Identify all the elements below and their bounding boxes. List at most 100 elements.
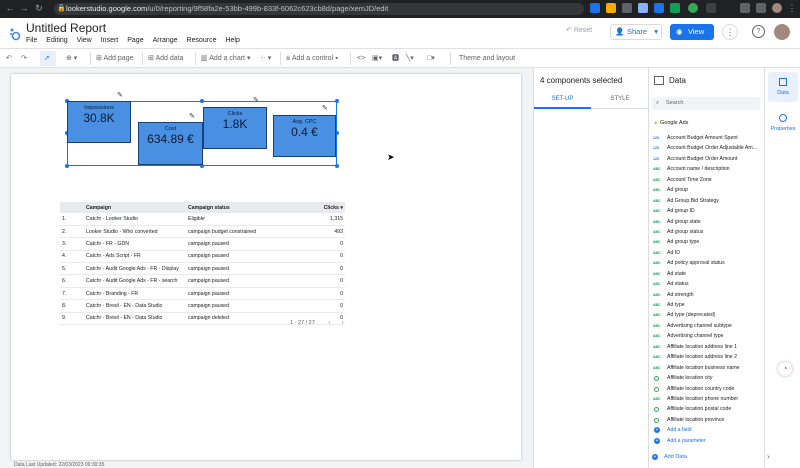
menu-insert[interactable]: Insert (101, 37, 119, 44)
field-item[interactable]: ABC Ad type (652, 300, 762, 310)
menu-view[interactable]: View (77, 37, 92, 44)
table-row[interactable]: 1. Catchr - Looker Studio Eligible 1,315 (60, 213, 345, 226)
extension-icon[interactable] (590, 3, 600, 13)
field-item[interactable]: 123 Account Budget Order Adjustable Am... (652, 143, 762, 153)
collapse-panel-icon[interactable]: › (767, 452, 770, 461)
avatar[interactable] (774, 24, 790, 40)
line-icon[interactable]: ╲▾ (406, 53, 414, 64)
scorecard-impressions[interactable]: Impressions 30.8K (67, 101, 131, 143)
menu-page[interactable]: Page (127, 37, 143, 44)
add-page-button[interactable]: ⊞ Add page (96, 53, 133, 64)
edit-pencil-icon[interactable]: ✎ (253, 96, 259, 104)
scorecard-cost[interactable]: Cost 634.89 € (138, 122, 203, 165)
edit-pencil-icon[interactable]: ✎ (117, 91, 123, 99)
field-item[interactable]: ABC Affiliate location phone number (652, 394, 762, 404)
undo-icon[interactable]: ↶ (6, 53, 12, 64)
column-header-campaign[interactable]: Campaign (84, 202, 186, 213)
redo-icon[interactable]: ↷ (21, 53, 27, 64)
catchr-helper-icon[interactable]: ◔ (778, 362, 792, 376)
extension-icon[interactable] (622, 3, 632, 13)
select-icon[interactable]: ➚ (44, 53, 50, 64)
reload-icon[interactable]: ↻ (33, 3, 45, 14)
chevron-down-icon[interactable]: ▾ (654, 25, 658, 39)
add-data-button[interactable]: ⊞ Add data (148, 53, 183, 64)
add-control-button[interactable]: ⩸ Add a control ▾ (286, 53, 338, 64)
view-button[interactable]: ◉ View (670, 24, 714, 40)
resize-handle[interactable] (200, 99, 204, 103)
data-source-label[interactable]: ▲ Google Ads (653, 120, 688, 126)
extension-icon[interactable] (706, 3, 716, 13)
text-box-icon[interactable]: 🅰 (392, 53, 399, 64)
field-item[interactable]: ABC Advertising channel subtype (652, 321, 762, 331)
field-item[interactable]: Affiliate location postal code (652, 404, 762, 414)
field-item[interactable]: ABC Ad status (652, 279, 762, 289)
reset-button[interactable]: ↶ Reset (566, 26, 592, 34)
field-item[interactable]: ABC Ad strength (652, 290, 762, 300)
field-item[interactable]: 123 Account Budget Order Amount (652, 154, 762, 164)
extension-icon[interactable] (654, 3, 664, 13)
field-item[interactable]: 123 Account Budget Amount Spent (652, 133, 762, 143)
shape-icon[interactable]: □▾ (427, 53, 435, 64)
puzzle-icon[interactable] (740, 3, 750, 13)
field-item[interactable]: ABC Advertising channel type (652, 331, 762, 341)
embed-code-icon[interactable]: <> (357, 53, 365, 64)
menu-help[interactable]: Help (225, 37, 239, 44)
add-chart-button[interactable]: ▥ Add a chart ▾ (201, 53, 250, 64)
campaign-table[interactable]: Campaign Campaign status Clicks ▾ 1. Catc… (60, 202, 345, 326)
field-item[interactable]: ABC Ad Group Bid Strategy (652, 196, 762, 206)
field-item[interactable]: ABC Ad group type (652, 237, 762, 247)
resize-handle[interactable] (335, 99, 339, 103)
add-field-link[interactable]: + Add a field (652, 425, 762, 435)
field-item[interactable]: Affiliate location city (652, 373, 762, 383)
resize-handle[interactable] (65, 164, 69, 168)
extension-icon[interactable] (670, 3, 680, 13)
field-item[interactable]: ABC Account name / description (652, 164, 762, 174)
tab-style[interactable]: STYLE (591, 96, 649, 109)
menu-arrange[interactable]: Arrange (153, 37, 178, 44)
menu-resource[interactable]: Resource (187, 37, 217, 44)
field-item[interactable]: ABC Affiliate location address line 1 (652, 342, 762, 352)
column-header-status[interactable]: Campaign status (186, 202, 296, 213)
scorecard-avg-cpc[interactable]: Avg. CPC 0.4 € (273, 115, 336, 157)
rail-data-button[interactable]: Data (768, 72, 798, 102)
field-item[interactable]: ABC Ad group state (652, 217, 762, 227)
rail-properties-button[interactable]: Properties (768, 108, 798, 138)
prev-page-icon[interactable]: ‹ (328, 320, 330, 326)
table-row[interactable]: 4. Catchr - Ads Script - FR campaign pause… (60, 250, 345, 264)
table-row[interactable]: 2. Looker Studio - Who converted campaign … (60, 225, 345, 239)
column-header-clicks[interactable]: Clicks ▾ (296, 202, 345, 213)
report-title[interactable]: Untitled Report (26, 21, 106, 35)
field-item[interactable]: Affiliate location province (652, 415, 762, 425)
image-icon[interactable]: ▣▾ (372, 53, 382, 64)
extension-icon[interactable] (638, 3, 648, 13)
profile-avatar[interactable] (772, 3, 782, 13)
sidebar-icon[interactable] (756, 3, 766, 13)
field-item[interactable]: Affiliate location country code (652, 384, 762, 394)
table-row[interactable]: 6. Catchr - Audit Google Ads - FR - searc… (60, 274, 345, 288)
more-options-icon[interactable]: ⋮ (722, 24, 738, 40)
help-icon[interactable]: ? (752, 25, 765, 38)
field-item[interactable]: ABC Ad group (652, 185, 762, 195)
field-search-input[interactable]: ⌕ Search (652, 97, 760, 110)
field-item[interactable]: ABC Account Time Zone (652, 175, 762, 185)
scorecard-clicks[interactable]: Clicks 1.8K (203, 107, 267, 149)
theme-layout-button[interactable]: Theme and layout (459, 53, 515, 64)
field-item[interactable]: ABC Affiliate location address line 2 (652, 352, 762, 362)
add-data-link[interactable]: + Add Data (652, 454, 687, 460)
forward-icon[interactable]: → (18, 3, 30, 13)
field-item[interactable]: ABC Ad type (deprecated) (652, 310, 762, 320)
browser-menu-icon[interactable]: ⋮ (786, 3, 798, 14)
table-row[interactable]: 8. Catchr - Bresil - EN - Data Studio camp… (60, 299, 345, 313)
address-bar[interactable]: 🔒 lookerstudio.google.com/u/0/reporting/… (54, 3, 584, 15)
table-row[interactable]: 5. Catchr - Audit Google Ads - FR - Displ… (60, 262, 345, 276)
field-item[interactable]: ABC Ad policy approval status (652, 258, 762, 268)
back-icon[interactable]: ← (4, 3, 16, 13)
tab-setup[interactable]: SET-UP (534, 96, 591, 109)
share-button[interactable]: 👤 Share ▾ (610, 24, 662, 40)
next-page-icon[interactable]: › (342, 320, 344, 326)
menu-editing[interactable]: Editing (46, 37, 67, 44)
field-item[interactable]: ABC Ad group ID (652, 206, 762, 216)
edit-pencil-icon[interactable]: ✎ (189, 112, 195, 120)
community-viz-icon[interactable]: ⁘ ▾ (260, 53, 271, 64)
menu-file[interactable]: File (26, 37, 37, 44)
